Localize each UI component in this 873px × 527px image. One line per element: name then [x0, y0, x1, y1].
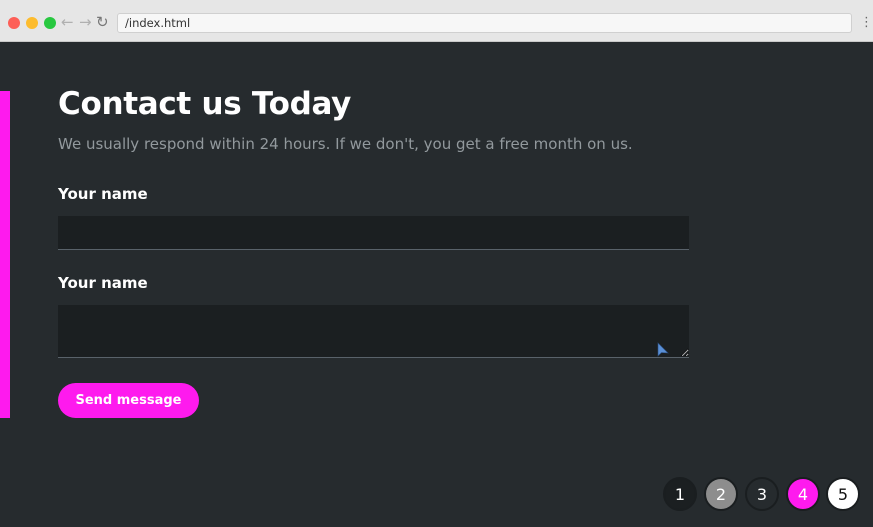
browser-toolbar: ← → ↻ /index.html ⋮ — [0, 0, 873, 42]
close-window-icon[interactable] — [8, 17, 20, 29]
page-title: Contact us Today — [58, 86, 352, 122]
address-bar[interactable]: /index.html — [117, 13, 852, 33]
name-input[interactable] — [58, 216, 689, 250]
page-button-2[interactable]: 2 — [704, 477, 738, 511]
browser-menu-icon[interactable]: ⋮ — [860, 14, 873, 32]
maximize-window-icon[interactable] — [44, 17, 56, 29]
page-button-5[interactable]: 5 — [826, 477, 860, 511]
page-button-1[interactable]: 1 — [663, 477, 697, 511]
accent-bar — [0, 91, 10, 418]
message-textarea[interactable] — [58, 305, 689, 358]
page-subtitle: We usually respond within 24 hours. If w… — [58, 135, 633, 153]
send-message-button[interactable]: Send message — [58, 383, 199, 418]
message-field-label: Your name — [58, 274, 148, 292]
page-button-4-active[interactable]: 4 — [786, 477, 820, 511]
name-field-label: Your name — [58, 185, 148, 203]
minimize-window-icon[interactable] — [26, 17, 38, 29]
forward-arrow-icon[interactable]: → — [79, 12, 92, 32]
mouse-pointer-icon — [657, 342, 669, 357]
back-arrow-icon[interactable]: ← — [61, 12, 74, 32]
reload-icon[interactable]: ↻ — [96, 12, 109, 32]
page-button-3[interactable]: 3 — [745, 477, 779, 511]
